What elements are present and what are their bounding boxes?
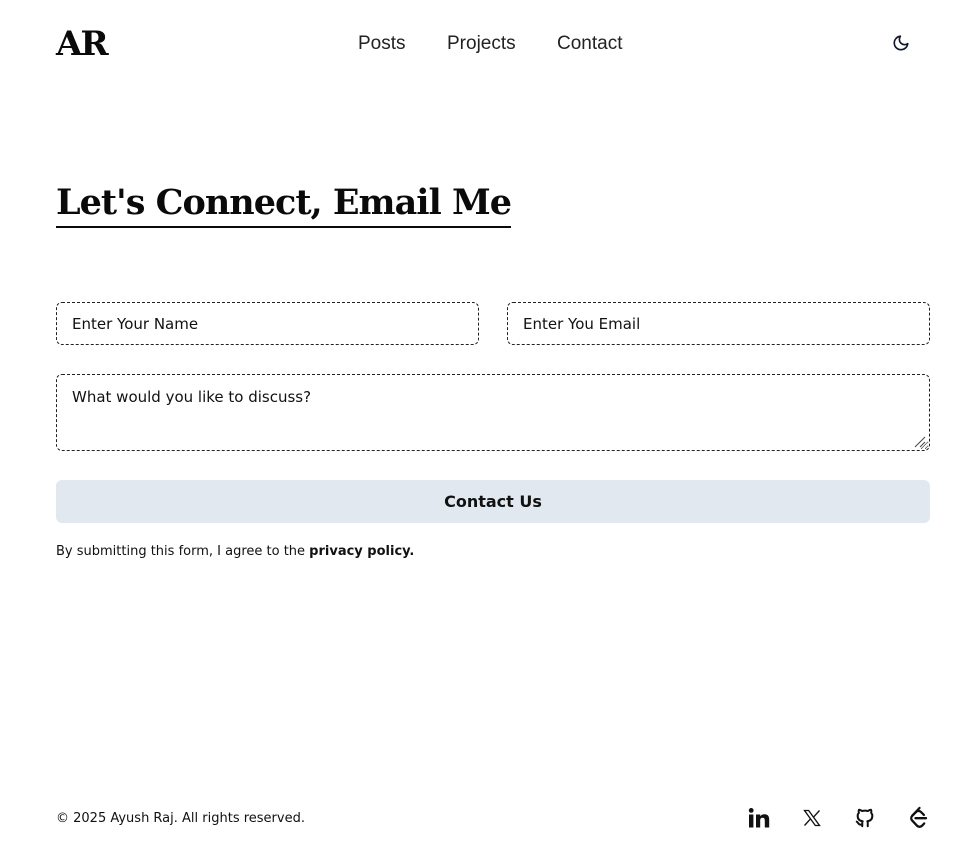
nav-projects[interactable]: Projects bbox=[447, 30, 516, 58]
theme-toggle-button[interactable] bbox=[887, 29, 915, 57]
main-nav: Posts Projects Contact bbox=[0, 30, 973, 58]
contact-us-button[interactable]: Contact Us bbox=[56, 480, 930, 523]
linkedin-icon bbox=[748, 808, 770, 828]
contact-page: AR Posts Projects Contact Let's Connect,… bbox=[0, 0, 973, 862]
nav-contact[interactable]: Contact bbox=[557, 30, 622, 58]
message-textarea[interactable] bbox=[56, 374, 930, 451]
x-icon bbox=[803, 809, 821, 827]
consent-note: By submitting this form, I agree to the … bbox=[56, 544, 414, 559]
leetcode-link[interactable] bbox=[905, 805, 931, 831]
page-title: Let's Connect, Email Me bbox=[56, 180, 512, 228]
consent-text: By submitting this form, I agree to the bbox=[56, 544, 310, 559]
github-link[interactable] bbox=[852, 805, 878, 831]
linkedin-link[interactable] bbox=[746, 805, 772, 831]
moon-icon bbox=[893, 35, 909, 51]
github-icon bbox=[855, 808, 874, 828]
name-input[interactable] bbox=[56, 302, 479, 345]
x-link[interactable] bbox=[799, 805, 825, 831]
leetcode-icon bbox=[910, 806, 928, 828]
copyright-text: © 2025 Ayush Raj. All rights reserved. bbox=[56, 811, 305, 826]
nav-posts[interactable]: Posts bbox=[358, 30, 406, 58]
privacy-policy-link[interactable]: privacy policy. bbox=[309, 544, 414, 559]
email-input[interactable] bbox=[507, 302, 930, 345]
